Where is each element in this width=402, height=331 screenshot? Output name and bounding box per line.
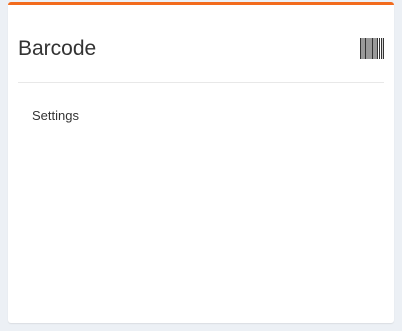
card-title: Barcode <box>18 37 97 60</box>
card-header: Barcode <box>18 5 384 83</box>
settings-link[interactable]: Settings <box>32 107 79 125</box>
barcode-icon <box>360 38 384 59</box>
barcode-card: Barcode Settings <box>8 2 394 323</box>
